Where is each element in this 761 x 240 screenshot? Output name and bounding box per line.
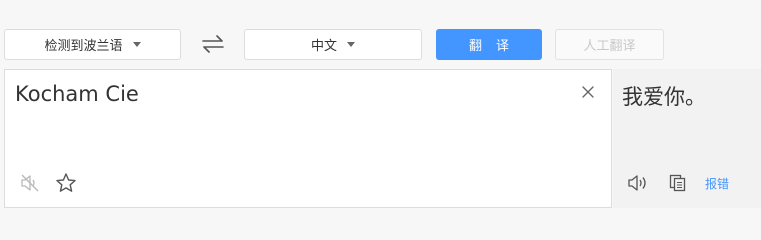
source-text-input[interactable]: Kocham Cie (15, 82, 139, 106)
source-language-label: 检测到波兰语 (44, 39, 123, 54)
speaker-icon (628, 175, 646, 191)
source-language-select[interactable]: 检测到波兰语 (4, 29, 181, 60)
language-toolbar: 检测到波兰语 中文 翻译 人工翻译 (0, 0, 761, 68)
copy-icon (669, 174, 686, 192)
source-input-panel[interactable]: Kocham Cie (4, 69, 612, 208)
source-tools (19, 172, 77, 194)
source-speak-button[interactable] (19, 172, 41, 194)
report-error-link[interactable]: 报错 (705, 175, 729, 192)
target-language-select[interactable]: 中文 (244, 29, 422, 60)
chevron-down-icon (347, 42, 355, 47)
speaker-muted-icon (21, 174, 39, 192)
copy-button[interactable] (667, 172, 689, 194)
translate-button[interactable]: 翻译 (436, 29, 542, 60)
star-icon (56, 173, 76, 192)
translator-page: 检测到波兰语 中文 翻译 人工翻译 Kocham Cie 我爱你。 报错 (0, 0, 761, 214)
swap-languages-button[interactable] (199, 30, 227, 58)
target-tools: 报错 (627, 172, 729, 194)
clear-button[interactable] (580, 84, 596, 100)
target-language-label: 中文 (310, 39, 337, 54)
close-icon (582, 86, 594, 98)
translation-result: 我爱你。 (622, 85, 706, 109)
human-translate-button[interactable]: 人工翻译 (555, 29, 664, 60)
target-output-panel: 我爱你。 报错 (613, 69, 761, 208)
favorite-button[interactable] (55, 172, 77, 194)
swap-arrows-icon (202, 35, 224, 53)
chevron-down-icon (132, 42, 141, 47)
target-speak-button[interactable] (627, 172, 649, 194)
